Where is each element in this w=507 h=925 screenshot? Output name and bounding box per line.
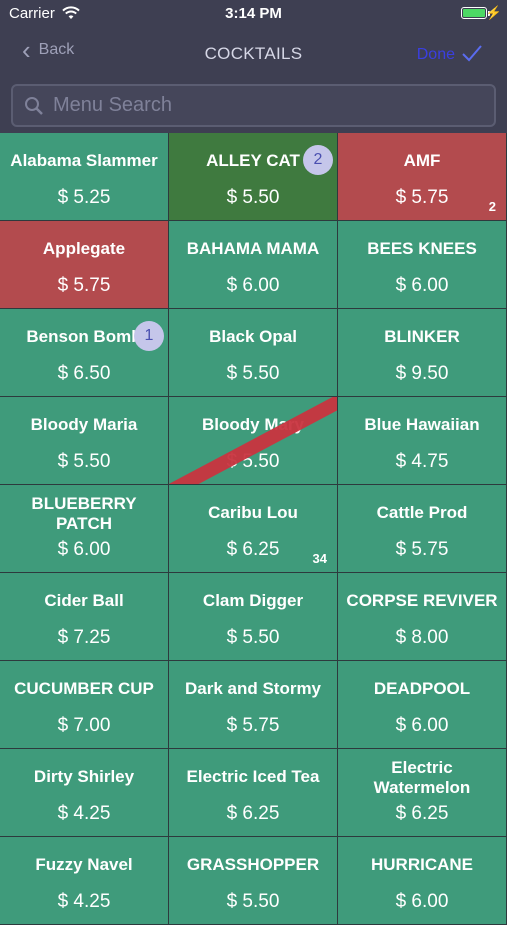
item-name: Dirty Shirley [33, 767, 135, 786]
item-price: $ 5.50 [226, 363, 280, 384]
menu-item-tile[interactable]: Bloody Mary $ 5.50 [169, 397, 338, 485]
item-price: $ 5.75 [226, 715, 280, 736]
menu-item-tile[interactable]: Electric Watermelon $ 6.25 [338, 749, 507, 837]
stock-count: 34 [312, 551, 327, 566]
charging-icon: ⚡ [485, 5, 502, 20]
item-name: CORPSE REVIVER [346, 591, 498, 610]
item-name: Clam Digger [202, 591, 304, 610]
menu-item-tile[interactable]: Dirty Shirley $ 4.25 [0, 749, 169, 837]
done-label: Done [416, 46, 455, 63]
item-price: $ 6.00 [226, 275, 280, 296]
search-input[interactable] [51, 93, 494, 118]
item-price: $ 8.00 [395, 627, 449, 648]
item-price: $ 6.25 [395, 803, 449, 824]
item-name: BLINKER [384, 327, 460, 346]
menu-item-tile[interactable]: BEES KNEES $ 6.00 [338, 221, 507, 309]
menu-item-tile[interactable]: Fuzzy Navel $ 4.25 [0, 837, 169, 925]
menu-item-tile[interactable]: Alabama Slammer $ 5.25 [0, 133, 169, 221]
item-name: Applegate [42, 239, 126, 258]
item-name: AMF [403, 151, 441, 170]
battery-icon [461, 7, 487, 19]
item-price: $ 6.00 [395, 891, 449, 912]
item-name: Cattle Prod [376, 503, 468, 522]
menu-grid: Alabama Slammer $ 5.25 ALLEY CAT $ 5.50 2 AMF… [0, 133, 507, 925]
item-price: $ 5.75 [57, 275, 111, 296]
item-price: $ 6.00 [57, 539, 111, 560]
menu-item-tile[interactable]: GRASSHOPPER $ 5.50 [169, 837, 338, 925]
item-price: $ 5.50 [57, 451, 111, 472]
menu-item-tile[interactable]: Clam Digger $ 5.50 [169, 573, 338, 661]
item-price: $ 9.50 [395, 363, 449, 384]
menu-item-tile[interactable]: DEADPOOL $ 6.00 [338, 661, 507, 749]
done-button[interactable]: Done [417, 42, 483, 68]
clock: 3:14 PM [225, 5, 282, 22]
item-price: $ 7.25 [57, 627, 111, 648]
menu-item-tile[interactable]: BLUEBERRY PATCH $ 6.00 [0, 485, 169, 573]
item-name: Black Opal [209, 327, 297, 346]
item-price: $ 7.00 [57, 715, 111, 736]
menu-item-tile[interactable]: Bloody Maria $ 5.50 [0, 397, 169, 485]
item-name: GRASSHOPPER [186, 855, 320, 874]
menu-item-tile[interactable]: CORPSE REVIVER $ 8.00 [338, 573, 507, 661]
item-name: BLUEBERRY PATCH [31, 494, 137, 533]
menu-item-tile[interactable]: Black Opal $ 5.50 [169, 309, 338, 397]
item-price: $ 5.75 [395, 539, 449, 560]
menu-item-tile[interactable]: Cider Ball $ 7.25 [0, 573, 169, 661]
item-price: $ 6.25 [226, 803, 280, 824]
item-name: Electric Watermelon [373, 758, 471, 797]
item-price: $ 6.00 [395, 275, 449, 296]
item-price: $ 5.50 [226, 891, 280, 912]
item-name: Blue Hawaiian [364, 415, 480, 434]
item-price: $ 4.75 [395, 451, 449, 472]
menu-item-tile[interactable]: Dark and Stormy $ 5.75 [169, 661, 338, 749]
menu-item-tile[interactable]: BAHAMA MAMA $ 6.00 [169, 221, 338, 309]
item-name: Fuzzy Navel [35, 855, 133, 874]
item-price: $ 6.00 [395, 715, 449, 736]
item-name: BAHAMA MAMA [186, 239, 320, 258]
menu-item-tile[interactable]: Cattle Prod $ 5.75 [338, 485, 507, 573]
menu-item-tile[interactable]: CUCUMBER CUP $ 7.00 [0, 661, 169, 749]
item-name: Bloody Maria [30, 415, 138, 434]
menu-item-tile[interactable]: Applegate $ 5.75 [0, 221, 169, 309]
item-name: Caribu Lou [208, 503, 298, 522]
item-name: BEES KNEES [367, 239, 477, 258]
item-price: $ 4.25 [57, 891, 111, 912]
menu-item-tile[interactable]: ALLEY CAT $ 5.50 2 [169, 133, 338, 221]
item-price: $ 6.50 [57, 363, 111, 384]
menu-item-tile[interactable]: Electric Iced Tea $ 6.25 [169, 749, 338, 837]
quantity-badge: 2 [303, 145, 333, 175]
item-name: Cider Ball [44, 591, 124, 610]
item-name: DEADPOOL [373, 679, 471, 698]
menu-item-tile[interactable]: Blue Hawaiian $ 4.75 [338, 397, 507, 485]
item-price: $ 5.50 [226, 627, 280, 648]
search-bar[interactable] [11, 84, 496, 127]
menu-item-tile[interactable]: Caribu Lou $ 6.25 34 [169, 485, 338, 573]
item-name: Electric Iced Tea [186, 767, 320, 786]
search-icon [23, 95, 45, 117]
menu-item-tile[interactable]: AMF $ 5.75 2 [338, 133, 507, 221]
status-bar: Carrier 3:14 PM ⚡ [0, 0, 507, 28]
item-name: Dark and Stormy [184, 679, 322, 698]
item-price: $ 5.75 [395, 187, 449, 208]
checkmark-icon [461, 42, 483, 68]
item-price: $ 4.25 [57, 803, 111, 824]
item-name: HURRICANE [371, 855, 473, 874]
item-price: $ 5.50 [226, 187, 280, 208]
menu-item-tile[interactable]: BLINKER $ 9.50 [338, 309, 507, 397]
quantity-badge: 1 [134, 321, 164, 351]
item-name: CUCUMBER CUP [14, 679, 154, 698]
item-price: $ 5.25 [57, 187, 111, 208]
nav-bar: ‹ Back COCKTAILS Done [0, 28, 507, 78]
stock-count: 2 [488, 199, 496, 214]
item-name: Alabama Slammer [10, 151, 158, 170]
menu-item-tile[interactable]: HURRICANE $ 6.00 [338, 837, 507, 925]
menu-item-tile[interactable]: Benson Bomb $ 6.50 1 [0, 309, 169, 397]
